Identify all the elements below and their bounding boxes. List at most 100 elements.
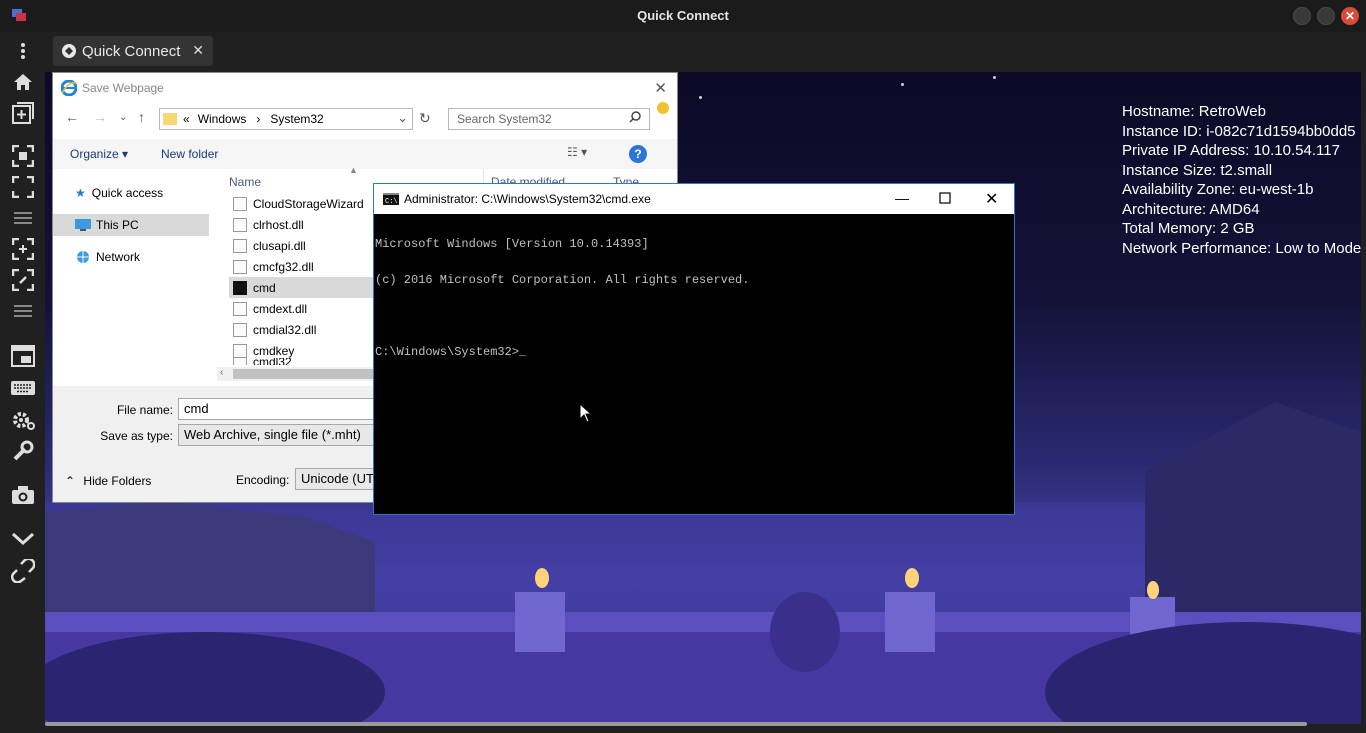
expand-icon[interactable] bbox=[8, 265, 38, 295]
address-dropdown-icon[interactable]: ⌄ bbox=[397, 110, 408, 126]
command-bar: Organize ▾ New folder ☷ ▾ ? bbox=[53, 139, 677, 169]
scroll-left-icon[interactable]: ‹ bbox=[220, 367, 223, 378]
save-type-select[interactable]: Web Archive, single file (*.mht) bbox=[178, 424, 378, 446]
minimize-button[interactable] bbox=[1293, 7, 1311, 25]
file-icon bbox=[233, 196, 247, 211]
maximize-button[interactable] bbox=[1317, 7, 1335, 25]
left-toolbar bbox=[0, 32, 45, 733]
ie-logo-icon bbox=[61, 80, 77, 96]
cmd-icon: C:\ bbox=[383, 193, 399, 205]
file-name: CloudStorageWizard bbox=[253, 196, 364, 211]
file-name: cmdext.dll bbox=[253, 301, 308, 316]
file-name: clrhost.dll bbox=[253, 217, 304, 232]
breadcrumb-system32[interactable]: System32 bbox=[270, 112, 323, 126]
fit-screen-icon[interactable] bbox=[8, 141, 38, 171]
desktop-scrollbar[interactable] bbox=[45, 722, 1307, 726]
file-name: cmdkey bbox=[253, 343, 295, 358]
more-menu-icon[interactable] bbox=[8, 36, 38, 66]
console-line: (c) 2016 Microsoft Corporation. All righ… bbox=[375, 273, 750, 287]
cmd-close-icon[interactable]: ✕ bbox=[985, 189, 998, 209]
star-icon: ★ bbox=[75, 186, 86, 200]
up-arrow-icon[interactable]: ↑ bbox=[138, 109, 145, 125]
dll-file-icon bbox=[233, 259, 247, 274]
keyboard-icon[interactable] bbox=[8, 373, 38, 403]
back-arrow-icon[interactable]: ← bbox=[65, 109, 79, 125]
window-title: Quick Connect bbox=[637, 8, 729, 23]
file-name: cmdl32 bbox=[253, 358, 292, 365]
console-line: Microsoft Windows [Version 10.0.14393] bbox=[375, 237, 649, 251]
computer-icon bbox=[75, 219, 91, 231]
save-type-label: Save as type: bbox=[100, 429, 173, 443]
hide-folders-label: Hide Folders bbox=[83, 474, 152, 488]
nav-quick-access[interactable]: ★ Quick access bbox=[75, 182, 163, 204]
wrench-icon[interactable] bbox=[8, 436, 38, 466]
tab-close-icon[interactable]: ✕ bbox=[192, 42, 204, 59]
file-name: cmd bbox=[253, 280, 276, 295]
new-folder-button[interactable]: New folder bbox=[161, 147, 218, 161]
sysinfo-instance-size: Instance Size: t2.small bbox=[1122, 161, 1273, 179]
shrink-icon[interactable] bbox=[8, 234, 38, 264]
forward-arrow-icon[interactable]: → bbox=[93, 109, 107, 125]
smiley-icon bbox=[657, 102, 669, 114]
app-root: Quick Connect ✕ Quick Connect ✕ Hostname… bbox=[0, 0, 1366, 733]
sysinfo-availability-zone: Availability Zone: eu-west-1b bbox=[1122, 181, 1314, 198]
close-button[interactable]: ✕ bbox=[1341, 7, 1359, 25]
sysinfo-hostname: Hostname: RetroWeb bbox=[1122, 103, 1266, 120]
remote-desktop[interactable]: Hostname: RetroWeb Instance ID: i-082c71… bbox=[45, 72, 1361, 724]
hide-folders-button[interactable]: ⌃ Hide Folders bbox=[65, 474, 151, 488]
title-bar: Quick Connect ✕ bbox=[0, 0, 1366, 32]
dialog-title: Save Webpage bbox=[82, 81, 164, 95]
dialog-close-icon[interactable]: ✕ bbox=[654, 79, 667, 97]
sysinfo-total-memory: Total Memory: 2 GB bbox=[1122, 220, 1255, 237]
file-name-input[interactable]: cmd bbox=[178, 398, 378, 420]
dll-file-icon bbox=[233, 322, 247, 337]
breadcrumb-windows[interactable]: Windows bbox=[198, 112, 247, 126]
file-icon bbox=[233, 343, 247, 358]
encoding-label: Encoding: bbox=[236, 473, 290, 487]
view-options-icon[interactable]: ☷ ▾ bbox=[567, 145, 587, 159]
settings-gear-icon[interactable] bbox=[8, 405, 38, 435]
new-tab-icon[interactable] bbox=[8, 98, 38, 128]
organize-label: Organize bbox=[70, 147, 119, 161]
search-icon bbox=[629, 111, 641, 126]
cmd-title-bar[interactable]: C:\ Administrator: C:\Windows\System32\c… bbox=[374, 184, 1014, 214]
tab-quick-connect[interactable]: Quick Connect ✕ bbox=[53, 36, 213, 66]
chevron-up-icon: ⌃ bbox=[65, 474, 76, 488]
column-name-header[interactable]: Name bbox=[229, 175, 261, 189]
chevron-down-icon[interactable] bbox=[8, 524, 38, 554]
address-overflow[interactable]: « bbox=[183, 112, 190, 126]
cmd-console[interactable]: Microsoft Windows [Version 10.0.14393] (… bbox=[374, 214, 1014, 514]
search-input[interactable]: Search System32 bbox=[448, 108, 650, 130]
disconnect-link-icon[interactable] bbox=[8, 556, 38, 586]
dialog-title-bar: Save Webpage bbox=[61, 80, 164, 96]
fullscreen-icon[interactable] bbox=[8, 172, 38, 202]
file-name: clusapi.dll bbox=[253, 238, 306, 253]
network-icon bbox=[77, 251, 89, 263]
address-bar[interactable]: « Windows › System32 ⌄ bbox=[159, 108, 413, 130]
menu-lines-2-icon[interactable] bbox=[8, 296, 38, 326]
remote-window-icon[interactable] bbox=[8, 341, 38, 371]
organize-button[interactable]: Organize ▾ bbox=[70, 147, 128, 161]
recent-dropdown-icon[interactable]: ⌄ bbox=[119, 112, 127, 123]
sysinfo-architecture: Architecture: AMD64 bbox=[1122, 200, 1260, 218]
home-icon[interactable] bbox=[8, 67, 38, 97]
cmd-minimize-icon[interactable]: — bbox=[895, 190, 909, 206]
console-prompt[interactable]: C:\Windows\System32>_ bbox=[375, 346, 1014, 358]
file-name: cmdial32.dll bbox=[253, 322, 317, 337]
file-icon bbox=[233, 358, 247, 365]
refresh-icon[interactable]: ↻ bbox=[419, 110, 431, 127]
camera-icon[interactable] bbox=[8, 480, 38, 510]
help-icon[interactable]: ? bbox=[629, 145, 647, 163]
file-name: cmcfg32.dll bbox=[253, 259, 314, 274]
cmd-window[interactable]: C:\ Administrator: C:\Windows\System32\c… bbox=[373, 183, 1015, 515]
nav-network[interactable]: Network bbox=[75, 246, 140, 268]
encoding-select[interactable]: Unicode (UTF- bbox=[295, 468, 379, 490]
cmd-file-icon bbox=[233, 280, 247, 295]
nav-quick-access-label: Quick access bbox=[91, 186, 164, 200]
svg-text:C:\: C:\ bbox=[385, 198, 398, 205]
nav-this-pc[interactable]: This PC bbox=[53, 214, 209, 236]
cmd-maximize-icon[interactable] bbox=[939, 191, 951, 207]
connection-icon bbox=[62, 44, 76, 58]
menu-lines-icon[interactable] bbox=[8, 203, 38, 233]
